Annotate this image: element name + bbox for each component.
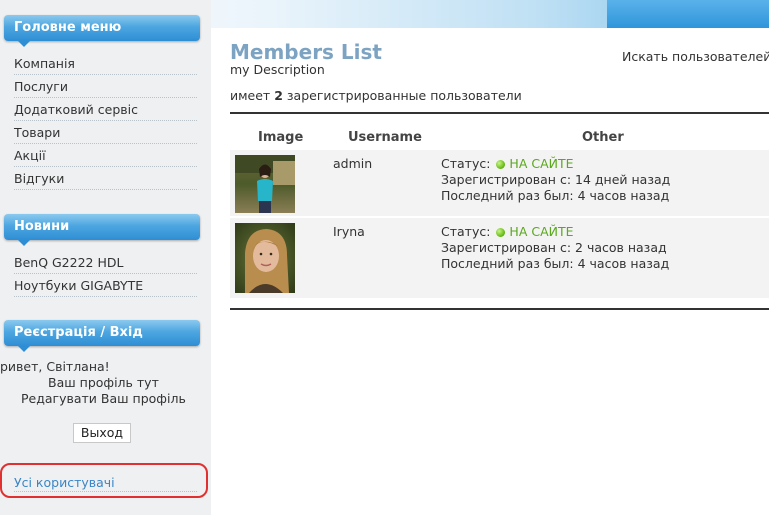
search-users-link[interactable]: Искать пользователей	[622, 49, 769, 64]
avatar[interactable]	[235, 155, 295, 213]
greeting-text: ривет, Світлана!	[0, 359, 110, 374]
menu-item-extra-service[interactable]: Додатковий сервіс	[14, 99, 197, 121]
news-header: Новини	[4, 214, 200, 246]
column-header-image: Image	[258, 130, 304, 145]
last-seen: Последний раз был: 4 часов назад	[441, 188, 670, 203]
page-description: my Description	[230, 62, 325, 77]
table-bottom-rule	[230, 308, 769, 310]
page-title: Members List	[230, 40, 382, 64]
status-value: НА САЙТЕ	[509, 224, 574, 239]
member-count-prefix: имеет	[230, 88, 271, 103]
sidebar: Головне меню Компанія Послуги Додатковий…	[0, 0, 211, 515]
registered-since: Зарегистрирован с: 14 дней назад	[441, 172, 671, 187]
status-label: Статус:	[441, 156, 491, 171]
last-seen: Последний раз был: 4 часов назад	[441, 256, 670, 271]
all-users-link[interactable]: Усі користувачі	[14, 474, 197, 492]
menu-item-goods[interactable]: Товари	[14, 122, 197, 144]
profile-link[interactable]: Ваш профіль тут	[48, 375, 159, 390]
member-count-suffix: зарегистрированные пользователи	[286, 88, 522, 103]
menu-item-services[interactable]: Послуги	[14, 76, 197, 98]
column-header-other: Other	[582, 130, 624, 145]
status-line: Статус: НА САЙТЕ	[441, 156, 574, 171]
status-value: НА САЙТЕ	[509, 156, 574, 171]
username-iryna[interactable]: Iryna	[333, 224, 365, 239]
news-item-benq[interactable]: BenQ G2222 HDL	[14, 252, 197, 274]
status-line: Статус: НА САЙТЕ	[441, 224, 574, 239]
member-count: имеет 2 зарегистрированные пользователи	[230, 88, 522, 103]
online-status-icon	[496, 160, 506, 169]
member-count-value: 2	[274, 88, 283, 103]
avatar[interactable]	[235, 223, 295, 293]
avatar-photo-iryna	[235, 223, 295, 293]
main-menu-header: Головне меню	[4, 15, 200, 47]
username-admin[interactable]: admin	[333, 156, 372, 171]
top-banner-accent	[607, 0, 769, 28]
login-header: Реєстрація / Вхід	[4, 320, 200, 352]
logout-button[interactable]: Выход	[73, 423, 131, 443]
status-label: Статус:	[441, 224, 491, 239]
column-header-username: Username	[348, 130, 422, 145]
online-status-icon	[496, 228, 506, 237]
table-top-rule	[230, 112, 769, 114]
avatar-photo-admin	[235, 155, 295, 213]
menu-item-company[interactable]: Компанія	[14, 53, 197, 75]
menu-item-reviews[interactable]: Відгуки	[14, 168, 197, 190]
registered-since: Зарегистрирован с: 2 часов назад	[441, 240, 667, 255]
edit-profile-link[interactable]: Редагувати Ваш профіль	[21, 391, 186, 406]
news-item-gigabyte[interactable]: Ноутбуки GIGABYTE	[14, 275, 197, 297]
menu-item-promotions[interactable]: Акції	[14, 145, 197, 167]
